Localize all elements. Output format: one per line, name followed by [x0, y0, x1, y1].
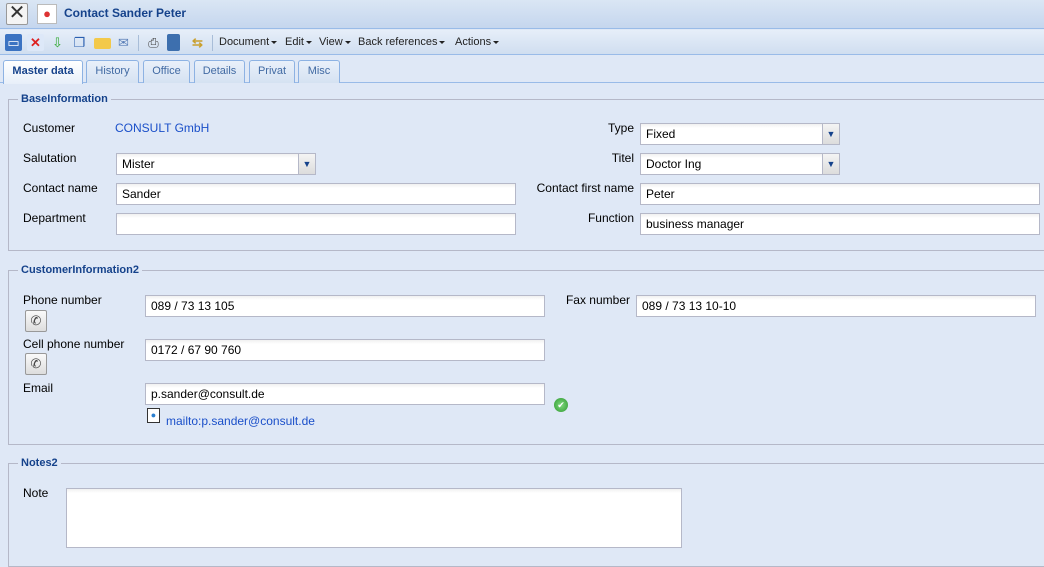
- cell-phone-input[interactable]: 0172 / 67 90 760: [145, 339, 545, 361]
- contact-name-label: Contact name: [23, 181, 98, 195]
- mail-icon[interactable]: ✉: [115, 34, 132, 51]
- note-label: Note: [23, 486, 49, 500]
- email-input[interactable]: p.sander@consult.de: [145, 383, 545, 405]
- valid-check-icon: ✔: [554, 398, 568, 412]
- contact-person-icon: ●: [37, 4, 57, 24]
- type-value: Fixed: [646, 127, 676, 141]
- tab-misc[interactable]: Misc: [298, 60, 340, 83]
- menu-actions[interactable]: Actions: [455, 36, 499, 48]
- chevron-down-icon[interactable]: ▼: [298, 154, 315, 174]
- department-label: Department: [23, 211, 86, 225]
- section-title: BaseInformation: [21, 93, 108, 105]
- print-icon[interactable]: ⎙: [145, 34, 162, 51]
- titel-select[interactable]: Doctor Ing ▼: [640, 153, 840, 175]
- email-label: Email: [23, 381, 54, 395]
- contact-name-input[interactable]: Sander: [116, 183, 516, 205]
- folder-icon[interactable]: [94, 38, 111, 49]
- web-link-icon: ●: [147, 408, 160, 423]
- type-select[interactable]: Fixed ▼: [640, 123, 840, 145]
- menu-back-references[interactable]: Back references: [358, 36, 445, 48]
- department-input[interactable]: [116, 213, 516, 235]
- customer-label: Customer: [23, 121, 76, 135]
- fax-input[interactable]: 089 / 73 13 10-10: [636, 295, 1036, 317]
- swap-icon[interactable]: ⇆: [189, 34, 206, 51]
- phone-label: Phone number: [23, 293, 102, 307]
- fax-label: Fax number: [565, 293, 630, 307]
- salutation-select[interactable]: Mister ▼: [116, 153, 316, 175]
- note-textarea[interactable]: [66, 488, 682, 548]
- section-title: CustomerInformation2: [21, 264, 139, 276]
- type-label: Type: [607, 121, 634, 135]
- titel-label: Titel: [611, 151, 634, 165]
- section-title: Notes2: [21, 457, 58, 469]
- tab-office[interactable]: Office: [143, 60, 190, 83]
- title-bar: ✕ ● Contact Sander Peter: [0, 0, 1044, 29]
- tab-privat[interactable]: Privat: [249, 60, 295, 83]
- salutation-value: Mister: [122, 157, 155, 171]
- delete-icon[interactable]: ✕: [27, 34, 44, 51]
- salutation-label: Salutation: [23, 151, 77, 165]
- first-name-label: Contact first name: [536, 181, 634, 195]
- copy-icon[interactable]: ❐: [71, 34, 88, 51]
- mailto-link[interactable]: mailto:p.sander@consult.de: [166, 414, 315, 428]
- phone-icon[interactable]: ✆: [25, 310, 47, 332]
- chevron-down-icon[interactable]: ▼: [822, 154, 839, 174]
- close-icon[interactable]: ✕: [6, 3, 28, 25]
- tab-strip: Master data History Office Details Priva…: [0, 56, 1044, 84]
- tab-history[interactable]: History: [86, 60, 139, 83]
- menu-document[interactable]: Document: [219, 36, 277, 48]
- phone-icon[interactable]: ✆: [25, 353, 47, 375]
- save-icon[interactable]: ▭: [5, 34, 22, 51]
- tab-details[interactable]: Details: [194, 60, 245, 83]
- toolbar: ▭ ✕ ⇩ ❐ ✉ ⎙ ⇆ Document Edit View Back re…: [0, 30, 1044, 55]
- cell-phone-label: Cell phone number: [23, 337, 125, 351]
- import-icon[interactable]: ⇩: [49, 34, 66, 51]
- first-name-input[interactable]: Peter: [640, 183, 1040, 205]
- book-icon[interactable]: [167, 34, 180, 51]
- menu-edit[interactable]: Edit: [285, 36, 312, 48]
- tab-master-data[interactable]: Master data: [3, 60, 83, 84]
- phone-input[interactable]: 089 / 73 13 105: [145, 295, 545, 317]
- window-title: Contact Sander Peter: [64, 6, 187, 20]
- customer-link[interactable]: CONSULT GmbH: [115, 121, 209, 135]
- chevron-down-icon[interactable]: ▼: [822, 124, 839, 144]
- titel-value: Doctor Ing: [646, 157, 702, 171]
- function-label: Function: [587, 211, 634, 225]
- function-input[interactable]: business manager: [640, 213, 1040, 235]
- menu-view[interactable]: View: [319, 36, 351, 48]
